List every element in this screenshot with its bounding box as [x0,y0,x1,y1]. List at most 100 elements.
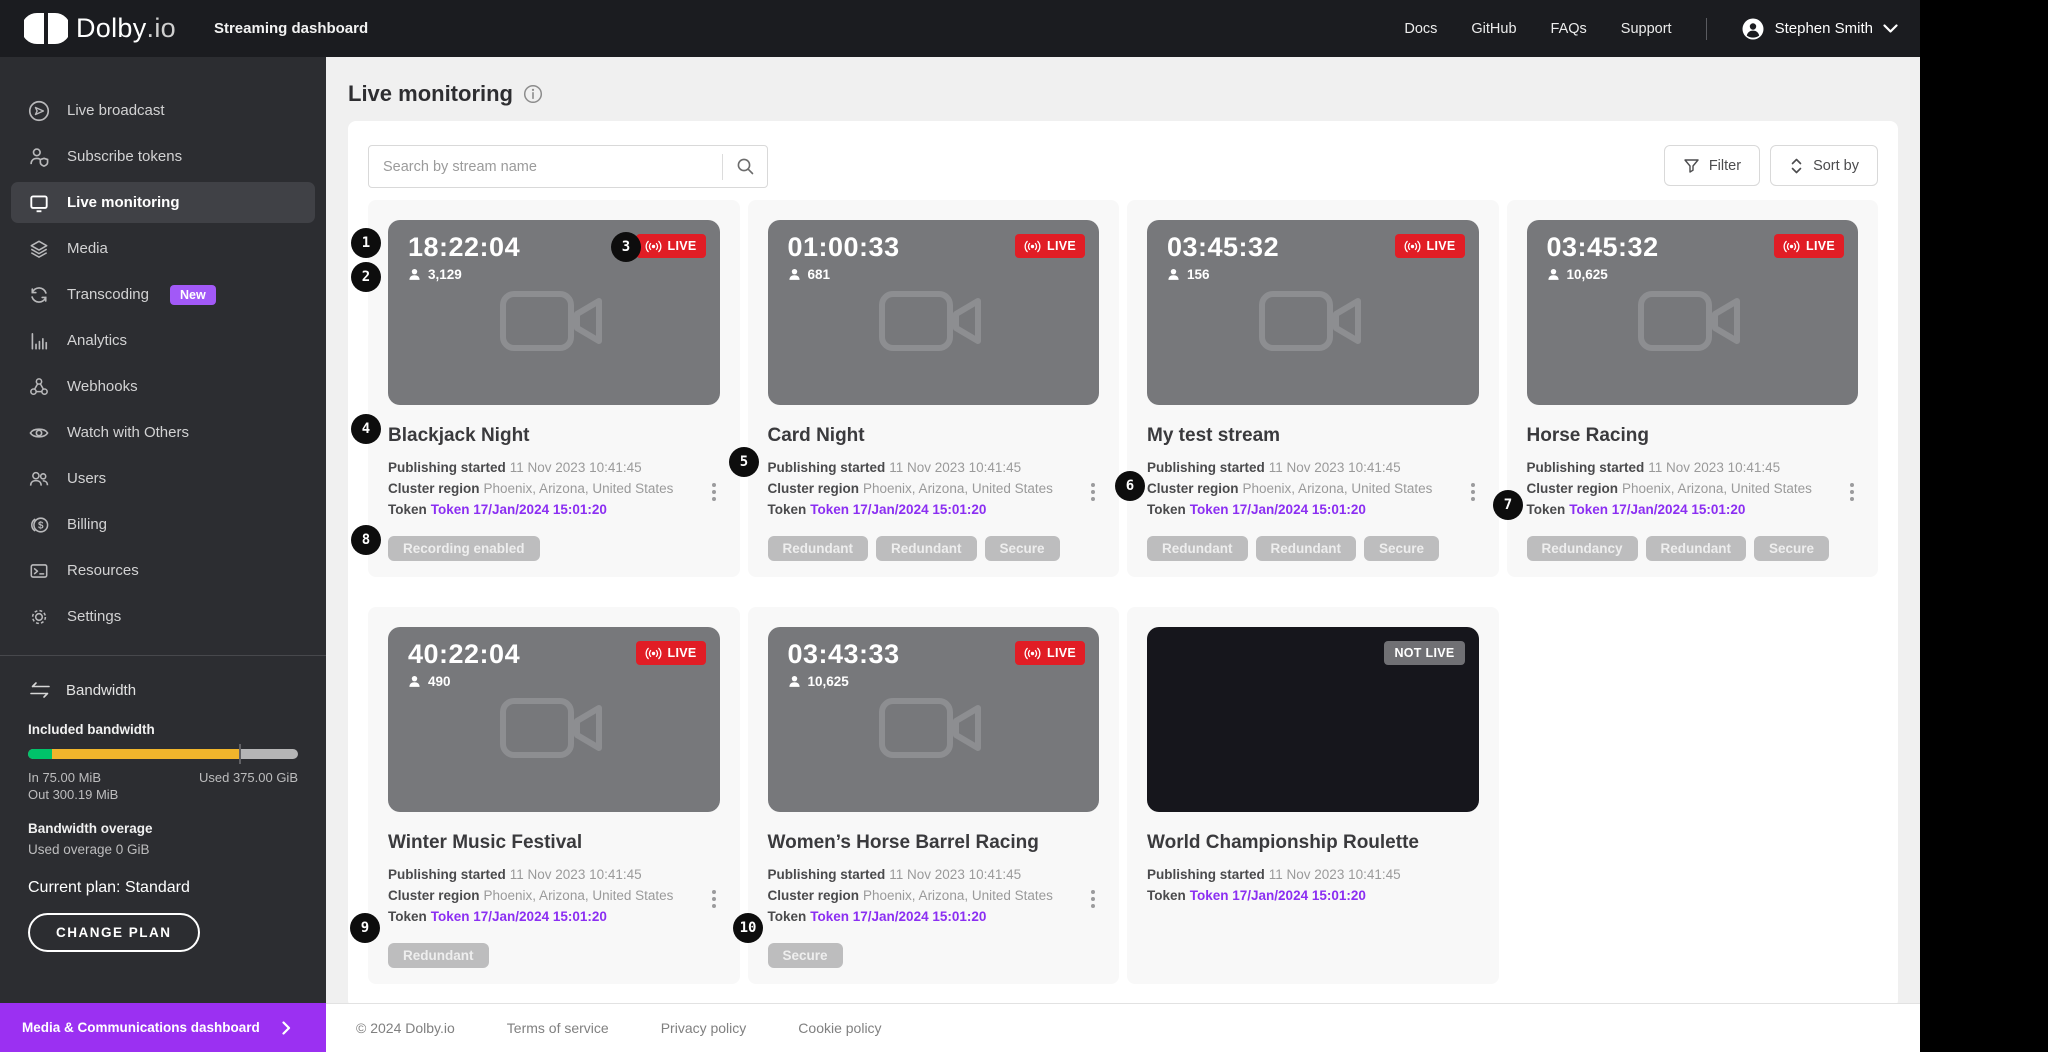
stream-tags: RedundantRedundantSecure [768,536,1100,561]
live-badge: LIVE [1774,234,1844,258]
search-button[interactable] [723,146,767,187]
bandwidth-section: Bandwidth Included bandwidth In 75.00 Mi… [0,656,326,952]
nav-link-faqs[interactable]: FAQs [1551,21,1587,37]
live-badge: LIVE [636,641,706,665]
nav-link-support[interactable]: Support [1621,21,1672,37]
stream-tag: Redundant [388,943,489,968]
media-communications-dashboard-button[interactable]: Media & Communications dashboard [0,1003,326,1052]
token-link[interactable]: Token 17/Jan/2024 15:01:20 [1190,888,1366,903]
viewer-icon [1547,268,1560,281]
footer-copyright: © 2024 Dolby.io [356,1020,455,1036]
chevron-right-icon [282,1021,291,1035]
stream-tag: Secure [768,943,843,968]
layers-icon [28,238,50,260]
sidebar-item-transcoding[interactable]: Transcoding New [11,274,315,315]
avatar-icon [1741,17,1765,41]
stream-card: 03:45:32 10,625 LIVE Horse Racing Publis… [1507,200,1879,577]
product-name: Streaming dashboard [214,20,368,37]
dolby-logo[interactable]: Dolby.io [24,12,176,45]
sidebar-item-label: Webhooks [67,378,138,395]
kebab-menu-button[interactable] [1087,479,1099,505]
sidebar-item-subscribe-tokens[interactable]: Subscribe tokens [11,136,315,177]
sidebar-item-analytics[interactable]: Analytics [11,320,315,361]
stream-tag: Redundant [1256,536,1357,561]
broadcast-live-icon [1024,647,1041,660]
token-link[interactable]: Token 17/Jan/2024 15:01:20 [1569,502,1745,517]
stream-tag: Redundant [1147,536,1248,561]
stream-title: Card Night [768,425,1100,447]
live-badge: LIVE [636,234,706,258]
sidebar-item-label: Users [67,470,106,487]
video-camera-icon [877,689,989,771]
sidebar-item-label: Watch with Others [67,424,189,441]
publishing-started-value: 11 Nov 2023 10:41:45 [510,460,642,475]
bandwidth-bar [28,749,298,759]
stream-card: NOT LIVE World Championship Roulette Pub… [1127,607,1499,984]
sidebar-item-billing[interactable]: $ Billing [11,504,315,545]
token-link[interactable]: Token 17/Jan/2024 15:01:20 [431,502,607,517]
stream-tags: Redundant [388,943,720,968]
change-plan-button[interactable]: CHANGE PLAN [28,913,200,952]
top-bar: Dolby.io Streaming dashboard Docs GitHub… [0,0,1920,57]
brand-name: Dolby.io [76,13,176,44]
bandwidth-overage-value: Used overage 0 GiB [28,842,298,857]
chevron-down-icon [1883,24,1898,34]
viewer-count: 681 [788,267,900,282]
sidebar-item-media[interactable]: Media [11,228,315,269]
kebab-menu-button[interactable] [708,886,720,912]
kebab-menu-button[interactable] [1467,479,1479,505]
token-link[interactable]: Token 17/Jan/2024 15:01:20 [431,909,607,924]
page-title: Live monitoring [348,81,513,107]
search-input[interactable] [369,159,722,175]
transcode-icon [28,284,50,306]
sort-by-button[interactable]: Sort by [1770,145,1878,186]
sidebar-item-resources[interactable]: Resources [11,550,315,591]
footer-link-privacy[interactable]: Privacy policy [661,1020,747,1036]
footer: © 2024 Dolby.io Terms of service Privacy… [326,1003,1920,1052]
sidebar-item-label: Billing [67,516,107,533]
filter-button[interactable]: Filter [1664,145,1760,186]
sidebar-item-users[interactable]: Users [11,458,315,499]
user-name: Stephen Smith [1775,20,1873,37]
kebab-menu-button[interactable] [708,479,720,505]
sidebar-item-label: Live monitoring [67,194,180,211]
topbar-divider [1706,18,1707,40]
footer-link-terms[interactable]: Terms of service [507,1020,609,1036]
new-badge: New [170,285,216,305]
cluster-region-value: Phoenix, Arizona, United States [1622,481,1812,496]
publishing-started-value: 11 Nov 2023 10:41:45 [510,867,642,882]
sidebar: Live broadcast Subscribe tokens Live mon… [0,57,326,1003]
sidebar-item-webhooks[interactable]: Webhooks [11,366,315,407]
stream-title: Blackjack Night [388,425,720,447]
cluster-region-value: Phoenix, Arizona, United States [1243,481,1433,496]
token-link[interactable]: Token 17/Jan/2024 15:01:20 [1190,502,1366,517]
token-link[interactable]: Token 17/Jan/2024 15:01:20 [810,502,986,517]
bandwidth-out: Out 300.19 MiB [28,786,118,803]
stream-thumbnail: 03:45:32 156 LIVE [1147,220,1479,405]
stream-tag: Secure [1364,536,1439,561]
sidebar-item-label: Live broadcast [67,102,165,119]
stream-thumbnail: 40:22:04 490 LIVE [388,627,720,812]
not-live-badge: NOT LIVE [1384,641,1464,665]
viewer-count: 490 [408,674,520,689]
sidebar-item-watch-with-others[interactable]: Watch with Others [11,412,315,453]
sidebar-item-live-broadcast[interactable]: Live broadcast [11,90,315,131]
gear-icon [28,606,50,628]
nav-link-github[interactable]: GitHub [1471,21,1516,37]
sidebar-item-live-monitoring[interactable]: Live monitoring [11,182,315,223]
info-icon[interactable] [523,84,543,104]
footer-link-cookie[interactable]: Cookie policy [798,1020,881,1036]
live-badge: LIVE [1015,234,1085,258]
sidebar-item-settings[interactable]: Settings [11,596,315,637]
svg-text:$: $ [38,520,44,531]
kebab-menu-button[interactable] [1846,479,1858,505]
stream-card: 03:45:32 156 LIVE My test stream Publish… [1127,200,1499,577]
kebab-menu-button[interactable] [1087,886,1099,912]
bandwidth-title: Bandwidth [66,682,136,699]
video-camera-icon [1636,282,1748,364]
stream-thumbnail: 01:00:33 681 LIVE [768,220,1100,405]
user-menu[interactable]: Stephen Smith [1741,17,1898,41]
token-link[interactable]: Token 17/Jan/2024 15:01:20 [810,909,986,924]
nav-link-docs[interactable]: Docs [1404,21,1437,37]
stream-tag: Redundant [876,536,977,561]
